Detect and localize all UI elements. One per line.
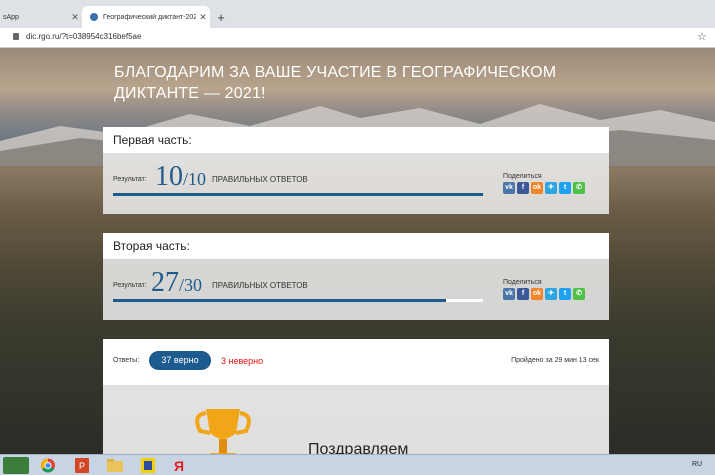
facebook-icon[interactable]: f — [517, 182, 529, 194]
bookmark-star-icon[interactable]: ☆ — [697, 30, 707, 43]
card-body: Результат: 27/30 ПРАВИЛЬНЫХ ОТВЕТОВ Поде… — [103, 259, 609, 320]
score-value: 10 — [155, 161, 183, 192]
card-title: Вторая часть: — [103, 233, 609, 259]
twitter-icon[interactable]: t — [559, 288, 571, 300]
congratulations-panel: Поздравляем — [103, 385, 609, 454]
odnoklassniki-icon[interactable]: ok — [531, 182, 543, 194]
telegram-icon[interactable]: ✈ — [545, 288, 557, 300]
answers-label: Ответы: — [113, 357, 140, 364]
odnoklassniki-icon[interactable]: ok — [531, 288, 543, 300]
taskbar-explorer-icon[interactable] — [102, 457, 128, 474]
share-label: Поделиться — [503, 279, 542, 286]
share-buttons: vk f ok ✈ t ✆ — [503, 288, 585, 300]
start-button[interactable] — [3, 457, 29, 474]
progress-bar — [113, 299, 483, 302]
vk-icon[interactable]: vk — [503, 288, 515, 300]
address-bar: dic.rgo.ru/?t=038954c316bef5ae ☆ — [0, 28, 715, 48]
new-tab-button[interactable]: + — [213, 10, 229, 26]
whatsapp-icon[interactable]: ✆ — [573, 182, 585, 194]
result-card-part2: Вторая часть: Результат: 27/30 ПРАВИЛЬНЫ… — [103, 233, 609, 320]
completion-time: Пройдено за 29 мин 13 сек — [511, 357, 599, 364]
lock-icon — [13, 33, 19, 40]
taskbar-chrome-icon[interactable] — [35, 457, 61, 474]
page-title: БЛАГОДАРИМ ЗА ВАШЕ УЧАСТИЕ В ГЕОГРАФИЧЕС… — [114, 64, 557, 102]
close-tab-icon[interactable]: ✕ — [68, 12, 82, 23]
correct-answers-button[interactable]: 37 верно — [149, 351, 211, 370]
rgo-favicon-icon — [90, 13, 98, 21]
score-total: /10 — [183, 169, 207, 189]
score: 10/10 — [155, 161, 206, 193]
card-title: Первая часть: — [103, 127, 609, 153]
card-body: Результат: 10/10 ПРАВИЛЬНЫХ ОТВЕТОВ Поде… — [103, 153, 609, 214]
taskbar-yandex-icon[interactable]: Я — [166, 457, 192, 474]
page-viewport: БЛАГОДАРИМ ЗА ВАШЕ УЧАСТИЕ В ГЕОГРАФИЧЕС… — [0, 48, 715, 454]
vk-icon[interactable]: vk — [503, 182, 515, 194]
tab-title: sApp — [3, 13, 19, 21]
telegram-icon[interactable]: ✈ — [545, 182, 557, 194]
answers-summary: Ответы: 37 верно 3 неверно Пройдено за 2… — [103, 339, 609, 385]
congratulations-heading: Поздравляем — [308, 441, 409, 454]
taskbar-powerpoint-icon[interactable]: P — [69, 457, 95, 474]
score: 27/30 — [151, 267, 202, 299]
facebook-icon[interactable]: f — [517, 288, 529, 300]
share-label: Поделиться — [503, 173, 542, 180]
taskbar-app-icon[interactable] — [135, 457, 161, 474]
svg-text:Я: Я — [174, 458, 184, 474]
trophy-icon — [195, 409, 251, 454]
svg-text:P: P — [79, 461, 85, 471]
tab-whatsapp[interactable]: sApp ✕ — [0, 6, 82, 28]
score-total: /30 — [179, 275, 203, 295]
score-value: 27 — [151, 267, 179, 298]
result-label: Результат: — [113, 282, 147, 289]
correct-answers-label: ПРАВИЛЬНЫХ ОТВЕТОВ — [212, 281, 308, 290]
progress-fill — [113, 299, 446, 302]
correct-answers-label: ПРАВИЛЬНЫХ ОТВЕТОВ — [212, 175, 308, 184]
url-field[interactable]: dic.rgo.ru/?t=038954c316bef5ae — [26, 32, 141, 41]
progress-fill — [113, 193, 483, 196]
wrong-answers-link[interactable]: 3 неверно — [221, 356, 263, 366]
tab-bar: sApp ✕ Географический диктант-2021 | ✕ + — [0, 0, 715, 28]
share-buttons: vk f ok ✈ t ✆ — [503, 182, 585, 194]
tab-title: Географический диктант-2021 | — [103, 13, 196, 21]
twitter-icon[interactable]: t — [559, 182, 571, 194]
whatsapp-icon[interactable]: ✆ — [573, 288, 585, 300]
taskbar: P Я RU — [0, 454, 715, 475]
result-label: Результат: — [113, 176, 147, 183]
progress-bar — [113, 193, 483, 196]
result-card-part1: Первая часть: Результат: 10/10 ПРАВИЛЬНЫ… — [103, 127, 609, 214]
language-indicator[interactable]: RU — [692, 461, 702, 468]
close-tab-icon[interactable]: ✕ — [196, 12, 210, 23]
tab-geodictation[interactable]: Географический диктант-2021 | ✕ — [82, 6, 210, 28]
